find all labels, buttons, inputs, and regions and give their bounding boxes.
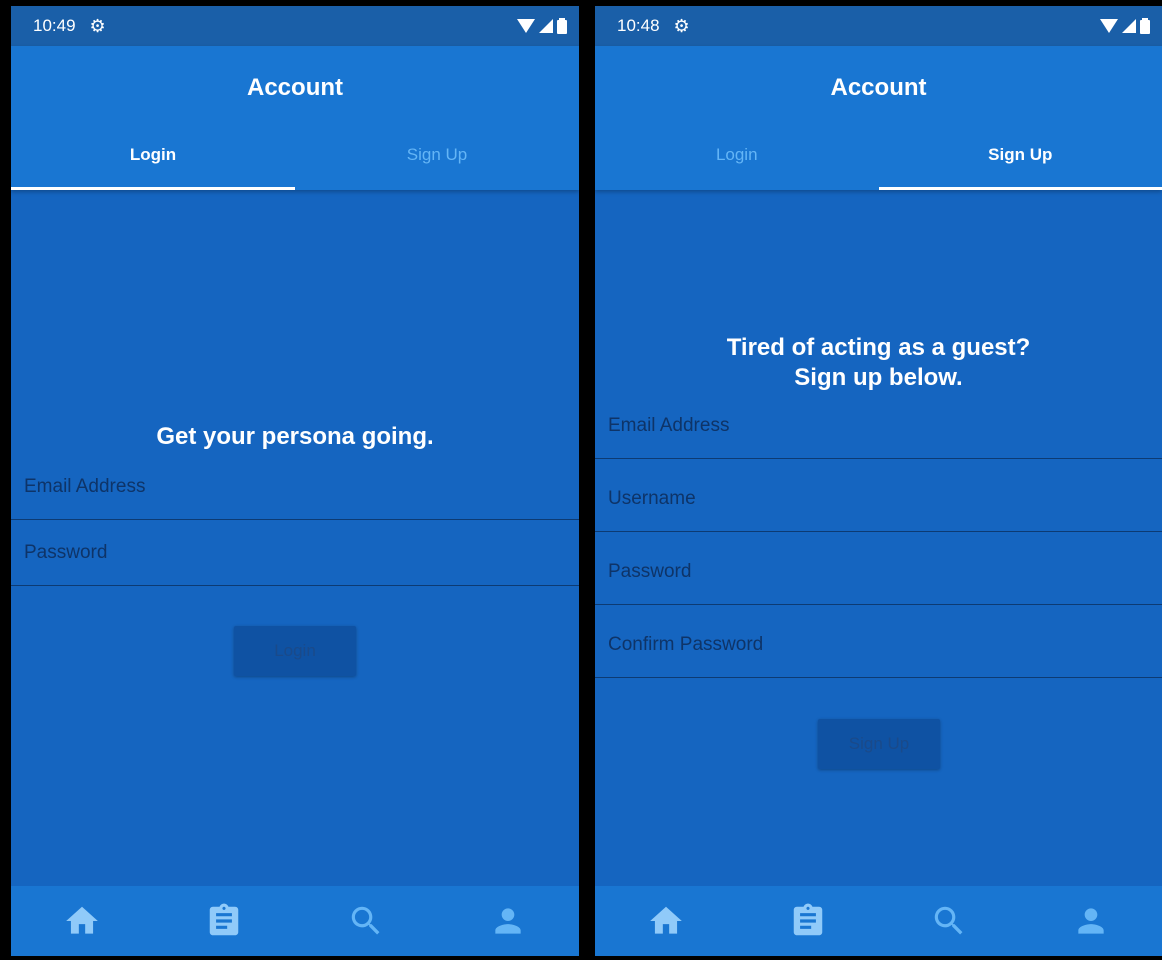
nav-search[interactable] <box>295 886 437 956</box>
signal-icon <box>1122 19 1136 33</box>
bottom-nav <box>11 886 579 956</box>
home-icon <box>650 906 682 934</box>
home-icon <box>66 906 98 934</box>
status-time: 10:48 <box>617 16 660 35</box>
login-button[interactable]: Login <box>234 626 356 676</box>
nav-search[interactable] <box>879 886 1021 956</box>
nav-profile[interactable] <box>437 886 579 956</box>
signal-icon <box>539 19 553 33</box>
tab-sign-up[interactable]: Sign Up <box>878 120 1162 190</box>
login-heading: Get your persona going. <box>156 423 434 450</box>
email-input[interactable] <box>11 454 579 519</box>
status-time: 10:49 <box>33 16 76 35</box>
username-field <box>595 466 1162 532</box>
email-field <box>11 454 579 520</box>
nav-clipboard[interactable] <box>737 886 879 956</box>
battery-icon <box>1140 18 1150 34</box>
status-bar: 10:49 ⚙ <box>11 6 579 46</box>
battery-icon <box>557 18 567 34</box>
password-field <box>11 520 579 586</box>
clipboard-icon <box>793 903 822 936</box>
page-title: Account <box>830 74 927 101</box>
person-icon <box>495 908 521 934</box>
confirm-password-field <box>595 612 1162 678</box>
login-screen: 10:49 ⚙ Account Login Sign Up Get your p… <box>11 6 579 956</box>
status-bar: 10:48 ⚙ <box>595 6 1162 46</box>
search-icon <box>351 906 380 935</box>
signup-form: Tired of acting as a guest? Sign up belo… <box>595 190 1162 886</box>
nav-clipboard[interactable] <box>153 886 295 956</box>
password-input[interactable] <box>11 520 579 585</box>
signup-heading-line2: Sign up below. <box>794 364 963 391</box>
tab-login[interactable]: Login <box>595 120 879 190</box>
email-input[interactable] <box>595 393 1162 458</box>
tab-bar: Login Sign Up <box>595 120 1162 190</box>
app-bar: Account Login Sign Up <box>595 46 1162 190</box>
nav-home[interactable] <box>595 886 737 956</box>
confirm-password-input[interactable] <box>595 612 1162 677</box>
settings-icon: ⚙ <box>673 15 690 36</box>
nav-home[interactable] <box>11 886 153 956</box>
tab-login[interactable]: Login <box>11 120 295 190</box>
app-bar: Account Login Sign Up <box>11 46 579 190</box>
email-field <box>595 393 1162 459</box>
search-icon <box>935 906 963 935</box>
settings-icon: ⚙ <box>89 15 106 36</box>
password-field <box>595 539 1162 605</box>
signup-screen: 10:48 ⚙ Account Login Sign Up Tired of a… <box>595 6 1162 956</box>
tab-bar: Login Sign Up <box>11 120 579 190</box>
username-input[interactable] <box>595 466 1162 531</box>
sign-up-button[interactable]: Sign Up <box>818 719 940 769</box>
nav-profile[interactable] <box>1020 886 1162 956</box>
tab-sign-up[interactable]: Sign Up <box>295 120 579 190</box>
password-input[interactable] <box>595 539 1162 604</box>
signup-heading-line1: Tired of acting as a guest? <box>726 334 1031 361</box>
bottom-nav <box>595 886 1162 956</box>
person-icon <box>1078 908 1104 934</box>
page-title: Account <box>247 74 343 101</box>
clipboard-icon <box>209 903 239 936</box>
wifi-icon <box>517 19 535 33</box>
login-form: Get your persona going. Login <box>11 190 579 886</box>
wifi-icon <box>1100 19 1118 33</box>
